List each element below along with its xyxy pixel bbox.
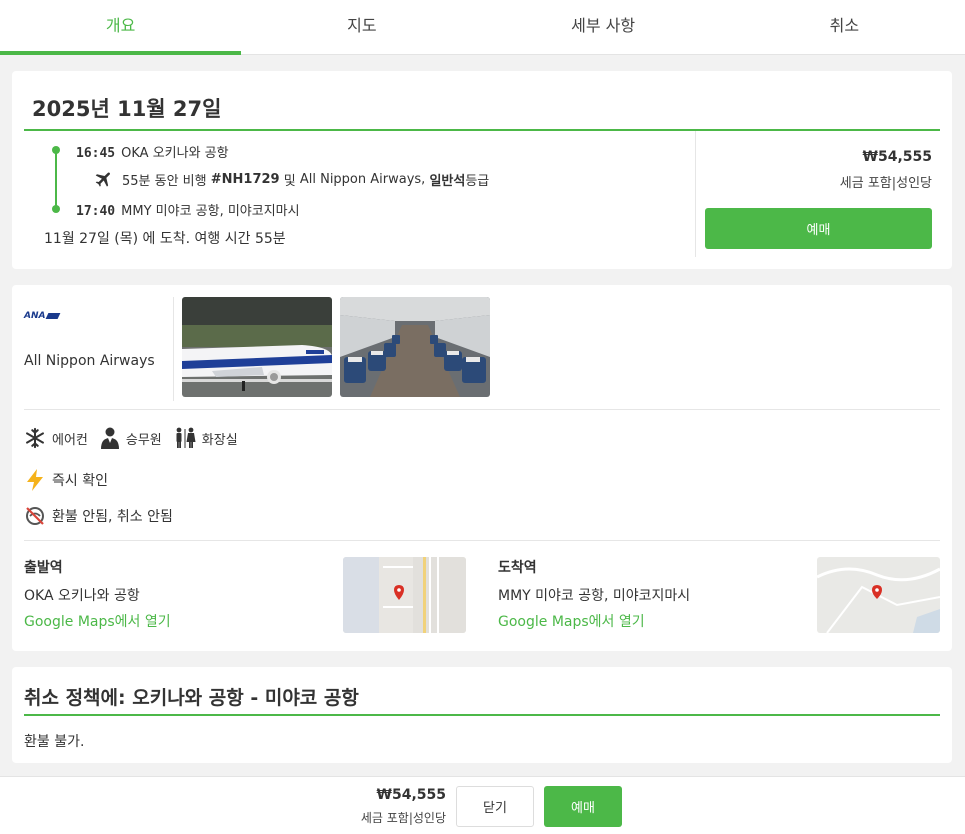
amenity-label: 에어컨 — [52, 432, 88, 448]
trip-summary-card: 2025년 11월 27일 16:45 OKA 오키나와 공항 55분 동안 비행… — [12, 71, 952, 269]
bottom-price: ₩54,555 — [376, 787, 446, 803]
price: ₩54,555 — [862, 149, 932, 165]
flight-number: #NH1729 — [210, 171, 280, 187]
departure-station: 출발역 OKA 오키나와 공항 Google Maps에서 열기 — [24, 557, 171, 631]
arrival-stop: 17:40 MMY 미야코 공항, 미야코지마시 — [76, 200, 300, 219]
departure-time: 16:45 — [76, 146, 116, 161]
flight-duration: 55분 동안 비행 — [122, 173, 207, 189]
bottom-book-button[interactable]: 예매 — [544, 786, 622, 827]
flight-airline: All Nippon Airways, — [299, 171, 426, 187]
tab-cancel[interactable]: 취소 — [724, 0, 965, 54]
instant-confirmation-label: 즉시 확인 — [52, 473, 108, 489]
no-refund-icon — [26, 507, 44, 525]
arrival-place: MMY 미야코 공항, 미야코지마시 — [121, 204, 300, 219]
departure-stop: 16:45 OKA 오키나와 공항 — [76, 142, 229, 161]
section-divider — [24, 540, 940, 541]
lightning-icon — [27, 469, 43, 491]
details-card: ANA All Nippon Airways 에어컨 승무원 화장실 즉시 확인… — [12, 285, 952, 651]
airline-info: ANA All Nippon Airways — [24, 297, 174, 401]
departure-dot — [52, 146, 60, 154]
refund-policy-label: 환불 안됨, 취소 안됨 — [52, 509, 173, 525]
amenity-label: 승무원 — [125, 432, 162, 448]
refund-policy: 환불 안됨, 취소 안됨 — [24, 505, 173, 527]
arrival-dot — [52, 205, 60, 213]
departure-station-heading: 출발역 — [24, 560, 63, 576]
snowflake-icon — [26, 427, 44, 449]
aircraft-exterior-photo[interactable] — [182, 297, 332, 397]
departure-map-link[interactable]: Google Maps에서 열기 — [24, 611, 171, 631]
price-box: ₩54,555 세금 포함|성인당 예매 — [697, 131, 940, 257]
arrival-summary: 11월 27일 (목) 에 도착. 여행 시간 55분 — [44, 231, 286, 247]
airline-logo-text: ANA — [24, 311, 46, 321]
departure-station-name: OKA 오키나와 공항 — [24, 588, 140, 604]
timeline-line — [55, 147, 57, 209]
amenity-item: 화장실 — [174, 427, 238, 449]
policy-title: 취소 정책에: 오키나와 공항 - 미야코 공항 — [24, 687, 359, 709]
flight-class: 일반석 — [429, 173, 466, 189]
tab-bar: 개요 지도 세부 사항 취소 — [0, 0, 965, 55]
airline-name: All Nippon Airways — [24, 353, 155, 369]
departure-place: OKA 오키나와 공항 — [121, 146, 229, 161]
arrival-map-thumbnail[interactable] — [817, 557, 940, 633]
arrival-station-name: MMY 미야코 공항, 미야코지마시 — [498, 588, 691, 604]
arrival-station-heading: 도착역 — [498, 560, 537, 576]
bottom-action-bar: ₩54,555 세금 포함|성인당 닫기 예매 — [0, 776, 965, 834]
tab-details[interactable]: 세부 사항 — [483, 0, 724, 54]
section-divider — [24, 409, 940, 410]
bottom-price-note: 세금 포함|성인당 — [360, 811, 446, 825]
price-note: 세금 포함|성인당 — [839, 176, 932, 191]
cancellation-policy-card: 취소 정책에: 오키나와 공항 - 미야코 공항 환불 불가. — [12, 667, 952, 763]
amenity-item: 승무원 — [100, 427, 162, 449]
amenity-list: 에어컨 승무원 화장실 — [24, 427, 250, 449]
tab-map[interactable]: 지도 — [241, 0, 482, 54]
airplane-icon — [95, 172, 110, 187]
trip-date: 2025년 11월 27일 — [32, 97, 222, 121]
arrival-time: 17:40 — [76, 204, 116, 219]
route-timeline: 16:45 OKA 오키나와 공항 55분 동안 비행 #NH1729 및 All… — [24, 131, 696, 257]
amenity-label: 화장실 — [201, 432, 238, 448]
instant-confirmation: 즉시 확인 — [24, 468, 108, 492]
restroom-icon — [176, 427, 196, 448]
cabin-interior-photo[interactable] — [340, 297, 490, 397]
close-button[interactable]: 닫기 — [456, 786, 534, 827]
policy-text: 환불 불가. — [24, 734, 85, 750]
arrival-station: 도착역 MMY 미야코 공항, 미야코지마시 Google Maps에서 열기 — [498, 557, 690, 631]
departure-map-thumbnail[interactable] — [343, 557, 466, 633]
amenity-item: 에어컨 — [24, 427, 88, 449]
flight-class-suffix: 등급 — [465, 173, 490, 189]
flight-connector: 및 — [283, 173, 296, 189]
book-button[interactable]: 예매 — [705, 208, 932, 249]
arrival-map-link[interactable]: Google Maps에서 열기 — [498, 611, 690, 631]
flight-attendant-icon — [100, 427, 119, 449]
tab-overview[interactable]: 개요 — [0, 0, 242, 55]
airline-logo: ANA — [24, 311, 61, 321]
flight-info: 55분 동안 비행 #NH1729 및 All Nippon Airways, … — [94, 169, 489, 189]
policy-title-underline — [24, 714, 940, 716]
